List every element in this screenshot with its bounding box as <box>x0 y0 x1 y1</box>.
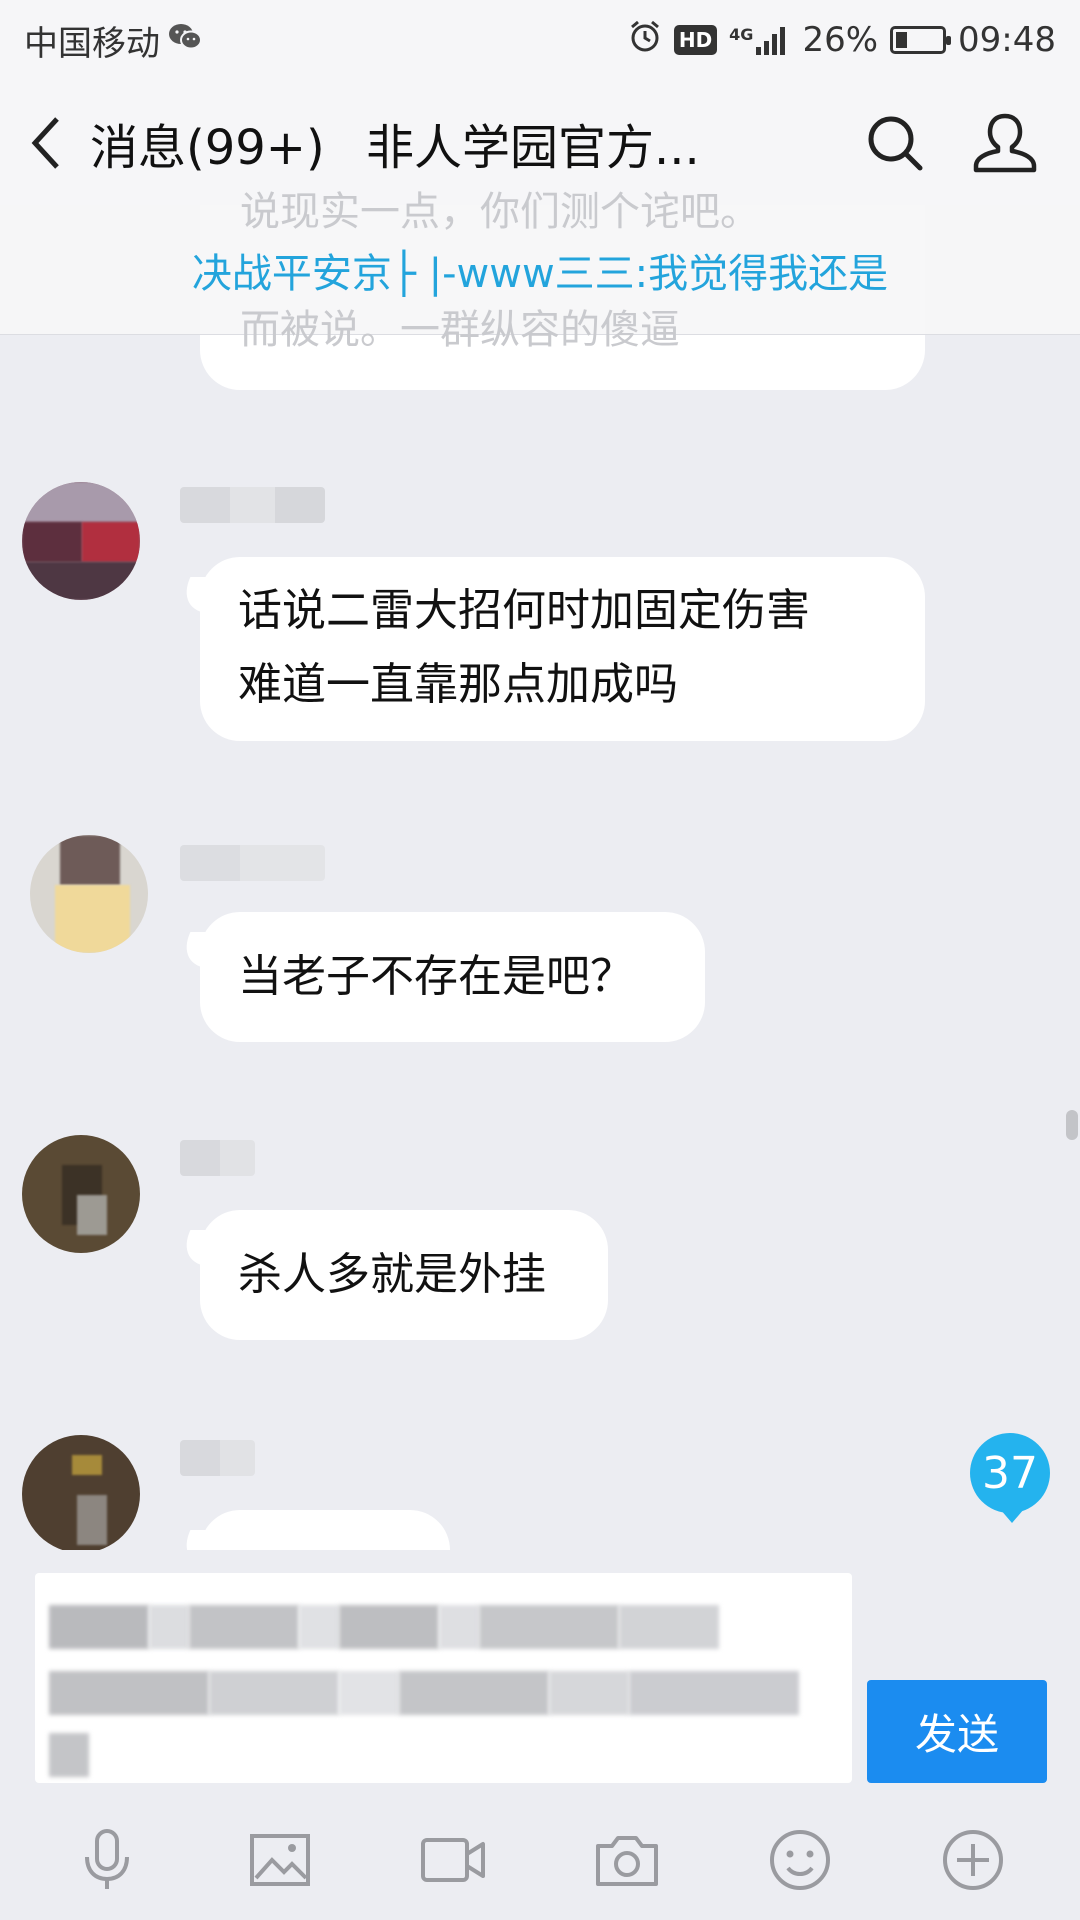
input-text-blurred-line <box>49 1605 719 1649</box>
status-bar: 中国移动 HD 4G 26% 09:48 <box>0 0 1080 80</box>
group-members-button[interactable] <box>950 88 1060 198</box>
video-button[interactable] <box>398 1805 508 1915</box>
status-left: 中国移动 <box>24 16 202 65</box>
battery-percent: 26% <box>802 20 879 60</box>
send-button[interactable]: 发送 <box>867 1680 1047 1783</box>
sender-name-blurred <box>180 1440 255 1476</box>
clock: 09:48 <box>958 20 1056 60</box>
battery-fill <box>896 32 908 48</box>
emoji-icon <box>769 1830 830 1890</box>
person-icon <box>973 113 1037 172</box>
search-button[interactable] <box>840 88 950 198</box>
chevron-left-icon <box>31 116 59 169</box>
emoji-button[interactable] <box>745 1805 855 1915</box>
avatar[interactable] <box>22 1135 140 1253</box>
ghost-text-bottom: 而被说。一群纵容的傻逼 <box>240 307 680 353</box>
message-bubble[interactable]: 话说二雷大招何时加固定伤害 难道一直靠那点加成吗 <box>200 557 925 741</box>
input-text-blurred-line <box>49 1733 89 1777</box>
alarm-icon <box>628 19 662 62</box>
wechat-icon <box>168 20 202 60</box>
nav-actions <box>840 88 1080 198</box>
message-text: 难道一直靠那点加成吗 <box>238 659 678 710</box>
nav-title: 消息(99+) 非人学园官方... <box>90 108 700 178</box>
group-title[interactable]: 非人学园官方... <box>366 120 700 176</box>
back-button[interactable] <box>0 88 90 198</box>
camera-icon <box>595 1836 658 1886</box>
scrollbar-thumb[interactable] <box>1066 1110 1078 1140</box>
group-announcement-banner[interactable]: 说现实一点，你们测个诧吧。 而被说。一群纵容的傻逼 决战平安京├ |-www三三… <box>0 189 1080 353</box>
network-type-label: 4G <box>729 25 754 44</box>
avatar[interactable] <box>22 1435 140 1550</box>
carrier-label: 中国移动 <box>24 23 160 64</box>
ghost-text-top: 说现实一点，你们测个诧吧。 <box>240 189 760 235</box>
battery-icon <box>890 26 952 54</box>
input-text-blurred-line <box>49 1671 799 1715</box>
search-icon <box>868 116 923 170</box>
message-bubble[interactable]: 杀人多就是外挂 <box>200 1210 608 1340</box>
message-input[interactable] <box>35 1573 852 1783</box>
status-right: HD 4G 26% 09:48 <box>628 19 1056 62</box>
new-message-count-badge[interactable]: 37 <box>970 1433 1050 1523</box>
voice-button[interactable] <box>52 1805 162 1915</box>
sender-name-blurred <box>180 845 325 881</box>
message-text: 话说二雷大招何时加固定伤害 <box>238 585 810 636</box>
announcement-text: 决战平安京├ |-www三三:我觉得我还是 <box>191 250 889 297</box>
message-bubble-partial[interactable] <box>200 1510 450 1550</box>
more-button[interactable] <box>918 1805 1028 1915</box>
sender-name-blurred <box>180 487 325 523</box>
signal-icon: 4G <box>729 25 790 55</box>
video-icon <box>421 1838 486 1882</box>
message-bubble[interactable]: 当老子不存在是吧？ <box>200 912 705 1042</box>
sender-name-blurred <box>180 1140 255 1176</box>
plus-icon <box>943 1830 1004 1890</box>
input-area: 发送 <box>0 1550 1080 1790</box>
message-text: 当老子不存在是吧？ <box>238 951 634 1002</box>
chat-area[interactable]: 话说二雷大招何时加固定伤害 难道一直靠那点加成吗 当老子不存在是吧？ 杀人多就是… <box>0 205 1080 1550</box>
hd-badge: HD <box>673 25 718 55</box>
avatar[interactable] <box>22 482 140 600</box>
back-unread-label[interactable]: 消息(99+) <box>90 120 325 176</box>
image-button[interactable] <box>225 1805 335 1915</box>
message-text: 杀人多就是外挂 <box>238 1249 546 1300</box>
avatar[interactable] <box>30 835 148 953</box>
camera-button[interactable] <box>572 1805 682 1915</box>
image-icon <box>249 1834 310 1886</box>
microphone-icon <box>84 1829 129 1889</box>
input-toolbar <box>0 1800 1080 1920</box>
